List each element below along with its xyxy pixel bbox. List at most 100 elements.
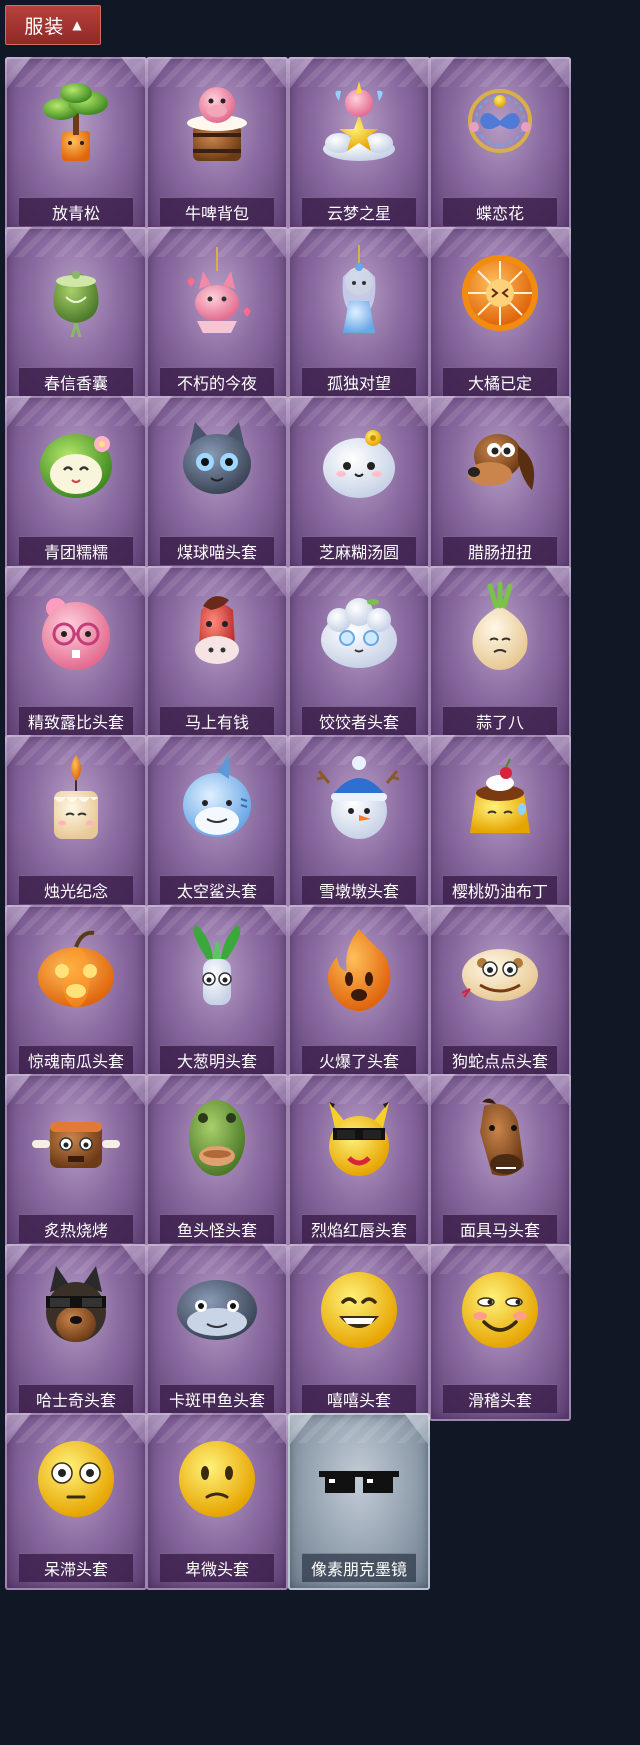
item-card[interactable]: 放青松 xyxy=(5,57,147,234)
item-card[interactable]: 太空鲨头套 xyxy=(146,735,288,912)
item-name-bar: 呆滞头套 xyxy=(19,1553,133,1582)
item-name: 哈士奇头套 xyxy=(35,1391,116,1410)
gray-cat-head-icon xyxy=(183,422,251,494)
item-name: 腊肠扭扭 xyxy=(467,543,532,562)
pudding-icon xyxy=(470,758,530,833)
sachet-icon xyxy=(53,271,99,338)
item-name: 呆滞头套 xyxy=(43,1560,108,1579)
item-name: 嘻嘻头套 xyxy=(326,1391,391,1410)
item-card[interactable]: 饺饺者头套 xyxy=(288,566,430,743)
item-name-bar: 鱼头怪头套 xyxy=(160,1214,274,1243)
item-card[interactable]: 马上有钱 xyxy=(146,566,288,743)
item-card[interactable]: 雪墩墩头套 xyxy=(288,735,430,912)
item-name-bar: 太空鲨头套 xyxy=(160,875,274,904)
item-card[interactable]: 精致露比头套 xyxy=(5,566,147,743)
item-name-bar: 精致露比头套 xyxy=(19,706,133,735)
item-card[interactable]: 蒜了八 xyxy=(429,566,571,743)
item-name: 卡斑甲鱼头套 xyxy=(168,1391,265,1410)
item-name: 大葱明头套 xyxy=(176,1052,257,1071)
item-card[interactable]: 炙热烧烤 xyxy=(5,1074,147,1251)
item-card[interactable]: 滑稽头套 xyxy=(429,1244,571,1421)
item-name: 云梦之星 xyxy=(326,204,391,223)
item-card[interactable]: 云梦之星 xyxy=(288,57,430,234)
item-card[interactable]: 春信香囊 xyxy=(5,227,147,404)
item-card[interactable]: 嘻嘻头套 xyxy=(288,1244,430,1421)
item-card[interactable]: 鱼头怪头套 xyxy=(146,1074,288,1251)
husky-head-icon xyxy=(46,1266,106,1342)
item-name-bar: 蝶恋花 xyxy=(443,197,557,226)
item-card[interactable]: 芝麻糊汤圆 xyxy=(288,396,430,573)
item-card[interactable]: 煤球喵头套 xyxy=(146,396,288,573)
item-card[interactable]: 烛光纪念 xyxy=(5,735,147,912)
item-name: 炙热烧烤 xyxy=(43,1221,108,1240)
green-dumpling-icon xyxy=(40,434,112,498)
item-card[interactable]: 腊肠扭扭 xyxy=(429,396,571,573)
item-card[interactable]: 牛啤背包 xyxy=(146,57,288,234)
item-name: 火爆了头套 xyxy=(318,1052,399,1071)
shark-head-icon xyxy=(183,755,251,837)
item-name-bar: 雪墩墩头套 xyxy=(302,875,416,904)
item-name-bar: 嘻嘻头套 xyxy=(302,1384,416,1413)
item-card[interactable]: 像素朋克墨镜 xyxy=(288,1413,430,1590)
item-card[interactable]: 面具马头套 xyxy=(429,1074,571,1251)
item-card[interactable]: 孤独对望 xyxy=(288,227,430,404)
bonsai-pine-icon xyxy=(43,83,108,161)
cow-beer-backpack-icon xyxy=(187,87,247,161)
rice-ball-icon xyxy=(323,430,395,498)
turtle-head-icon xyxy=(177,1280,257,1340)
item-name: 春信香囊 xyxy=(43,374,108,393)
item-name-bar: 面具马头套 xyxy=(443,1214,557,1243)
item-name-bar: 烈焰红唇头套 xyxy=(302,1214,416,1243)
item-name-bar: 樱桃奶油布丁 xyxy=(443,875,557,904)
item-name-bar: 腊肠扭扭 xyxy=(443,536,557,565)
item-name-bar: 煤球喵头套 xyxy=(160,536,274,565)
item-name: 饺饺者头套 xyxy=(318,713,399,732)
item-name-bar: 火爆了头套 xyxy=(302,1045,416,1074)
chevron-up-icon: ▲ xyxy=(72,18,82,32)
item-card[interactable]: 哈士奇头套 xyxy=(5,1244,147,1421)
item-name: 狗蛇点点头套 xyxy=(451,1052,548,1071)
item-card[interactable]: 卑微头套 xyxy=(146,1413,288,1590)
item-card[interactable]: 蝶恋花 xyxy=(429,57,571,234)
item-name-bar: 滑稽头套 xyxy=(443,1384,557,1413)
item-name-bar: 惊魂南瓜头套 xyxy=(19,1045,133,1074)
doll-charm-icon xyxy=(342,245,376,333)
item-name-bar: 狗蛇点点头套 xyxy=(443,1045,557,1074)
item-name: 蝶恋花 xyxy=(475,204,524,223)
item-name-bar: 大橘已定 xyxy=(443,367,557,396)
item-card[interactable]: 樱桃奶油布丁 xyxy=(429,735,571,912)
item-card[interactable]: 烈焰红唇头套 xyxy=(288,1074,430,1251)
item-card[interactable]: 呆滞头套 xyxy=(5,1413,147,1590)
item-name-bar: 牛啤背包 xyxy=(160,197,274,226)
item-card[interactable]: 火爆了头套 xyxy=(288,905,430,1082)
item-name-bar: 像素朋克墨镜 xyxy=(302,1553,416,1582)
item-card[interactable]: 惊魂南瓜头套 xyxy=(5,905,147,1082)
item-name: 马上有钱 xyxy=(184,713,249,732)
item-name-bar: 饺饺者头套 xyxy=(302,706,416,735)
item-name: 蒜了八 xyxy=(475,713,524,732)
item-name: 大橘已定 xyxy=(467,374,532,393)
item-name: 雪墩墩头套 xyxy=(318,882,399,901)
item-card[interactable]: 青团糯糯 xyxy=(5,396,147,573)
item-name-bar: 蒜了八 xyxy=(443,706,557,735)
item-card[interactable]: 大葱明头套 xyxy=(146,905,288,1082)
item-name: 煤球喵头套 xyxy=(176,543,257,562)
dumpling-head-icon xyxy=(321,598,397,668)
item-name-bar: 青团糯糯 xyxy=(19,536,133,565)
fire-head-icon xyxy=(327,929,391,1011)
item-card[interactable]: 不朽的今夜 xyxy=(146,227,288,404)
item-card[interactable]: 大橘已定 xyxy=(429,227,571,404)
item-name: 像素朋克墨镜 xyxy=(310,1560,407,1579)
scallion-head-icon xyxy=(193,925,241,1005)
item-name: 放青松 xyxy=(51,204,100,223)
red-horse-head-icon xyxy=(195,596,239,664)
item-card[interactable]: 狗蛇点点头套 xyxy=(429,905,571,1082)
stare-emoji-icon xyxy=(38,1441,114,1517)
pink-beaver-head-icon xyxy=(42,598,110,670)
item-name-bar: 炙热烧烤 xyxy=(19,1214,133,1243)
item-name: 惊魂南瓜头套 xyxy=(27,1052,124,1071)
item-card[interactable]: 卡斑甲鱼头套 xyxy=(146,1244,288,1421)
item-name-bar: 春信香囊 xyxy=(19,367,133,396)
item-name: 牛啤背包 xyxy=(184,204,249,223)
costume-dropdown-button[interactable]: 服装 ▲ xyxy=(5,5,101,45)
